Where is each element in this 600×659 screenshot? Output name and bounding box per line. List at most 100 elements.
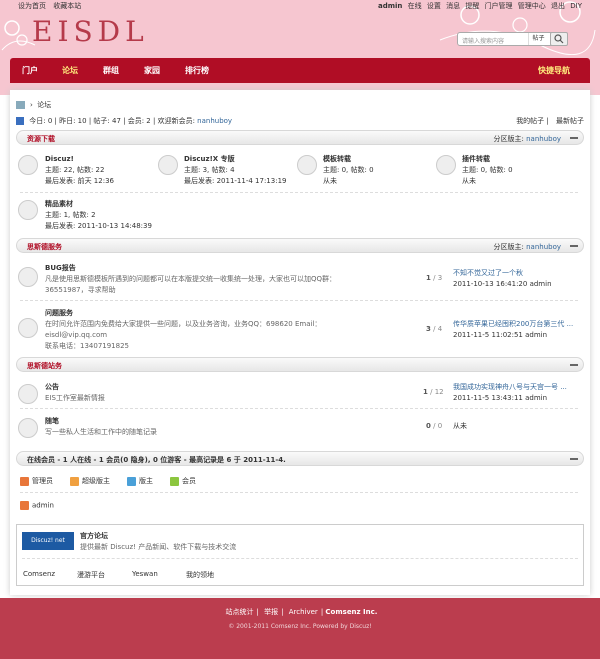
thread-count: 0	[426, 422, 431, 430]
breadcrumb-forum[interactable]: 论坛	[37, 101, 51, 109]
forum-name[interactable]: 精品素材	[45, 199, 152, 210]
home-icon[interactable]	[16, 101, 25, 109]
friend-link[interactable]: 我的领地	[186, 570, 214, 580]
top-links: 设为首页 收藏本站	[18, 1, 86, 11]
category-title[interactable]: 思斯德站务	[27, 361, 62, 371]
forum-icon[interactable]	[18, 267, 38, 287]
forum-icon[interactable]	[18, 155, 38, 175]
forum-icon[interactable]	[297, 155, 317, 175]
user-link-settings[interactable]: 设置	[427, 2, 441, 10]
legend-label: 版主	[139, 477, 153, 485]
set-homepage-link[interactable]: 设为首页	[18, 2, 46, 10]
user-link-messages[interactable]: 消息	[446, 2, 460, 10]
last-post-title[interactable]: 我国成功实现神舟八号与天宫一号 ...	[453, 382, 567, 393]
nav-forum[interactable]: 论坛	[62, 58, 78, 83]
search-input[interactable]: 请输入搜索内容	[462, 36, 504, 45]
moderator-link[interactable]: nanhuboy	[526, 135, 561, 143]
user-link-portal-admin[interactable]: 门户管理	[485, 2, 513, 10]
forum-counts: 1 / 12	[423, 388, 444, 396]
forum-last-post[interactable]: 最后发表: 前天 12:36	[45, 176, 114, 187]
forum-counts: 主题: 0, 帖数: 0	[323, 166, 374, 174]
report-link[interactable]: 举报	[264, 608, 278, 616]
forum-last-post[interactable]: 最后发表: 2011-11-4 17:13:19	[184, 176, 286, 187]
forum-name[interactable]: 公告	[45, 382, 405, 393]
forum-item: BUG报告 凡是使用思斯德模板所遇到的问题都可以在本版提交统一收集统一处理，大家…	[45, 263, 405, 296]
collapse-icon[interactable]	[570, 364, 578, 366]
forum-icon[interactable]	[18, 200, 38, 220]
last-post-info[interactable]: 2011-11-5 13:43:11 admin	[453, 393, 567, 404]
discuz-logo[interactable]: Discuz! net	[22, 532, 74, 550]
forum-icon[interactable]	[18, 318, 38, 338]
forum-icon[interactable]	[18, 418, 38, 438]
forum-item: 公告 EIS工作室最新情报	[45, 382, 405, 404]
search-type-select[interactable]: 帖子	[528, 33, 548, 45]
quick-nav[interactable]: 快捷导航	[538, 58, 570, 83]
category-title[interactable]: 资源下载	[27, 134, 55, 144]
forum-name[interactable]: 插件转载	[462, 154, 513, 165]
collapse-icon[interactable]	[570, 458, 578, 460]
user-link-online[interactable]: 在线	[408, 2, 422, 10]
friend-link-title[interactable]: 官方论坛	[80, 531, 108, 541]
friend-link[interactable]: Yeswan	[132, 570, 158, 578]
last-post-info[interactable]: 2011-11-5 11:02:51 admin	[453, 330, 573, 341]
forum-description: 写一些私人生活和工作中的随笔记录	[45, 428, 157, 436]
user-link-logout[interactable]: 退出	[551, 2, 565, 10]
post-count: 0	[437, 422, 443, 430]
stat-yesterday: 昨日: 10	[59, 117, 87, 125]
moderator-link[interactable]: nanhuboy	[526, 243, 561, 251]
comsenz-link[interactable]: Comsenz Inc.	[325, 608, 377, 616]
divider	[20, 408, 578, 409]
nav-groups[interactable]: 群组	[103, 58, 119, 83]
site-stats-link[interactable]: 站点统计	[226, 608, 254, 616]
user-link-admin-center[interactable]: 管理中心	[518, 2, 546, 10]
forum-icon[interactable]	[436, 155, 456, 175]
legend-item: 版主	[127, 476, 153, 486]
collapse-icon[interactable]	[570, 245, 578, 247]
user-link-diy[interactable]: DIY	[570, 2, 582, 10]
forum-last-post[interactable]: 最后发表: 2011-10-13 14:48:39	[45, 221, 152, 232]
last-post-title[interactable]: 传华质苹果已经囤积200万台第三代 ...	[453, 319, 573, 330]
username-link[interactable]: admin	[378, 2, 402, 10]
friend-link[interactable]: 漫游平台	[77, 570, 105, 580]
thread-count: 3	[426, 325, 431, 333]
forum-name[interactable]: 问题服务	[45, 308, 405, 319]
legend-label: 会员	[182, 477, 196, 485]
nav-portal[interactable]: 门户	[22, 58, 38, 83]
forum-name[interactable]: 随笔	[45, 416, 405, 427]
stat-today: 今日: 0	[29, 117, 53, 125]
forum-icon[interactable]	[18, 384, 38, 404]
my-posts-link[interactable]: 我的帖子	[516, 117, 544, 125]
user-link-reminders[interactable]: 提醒	[465, 2, 479, 10]
category-header: 思斯德服务 分区版主: nanhuboy	[16, 238, 584, 253]
forum-name[interactable]: 模板转载	[323, 154, 374, 165]
forum-name[interactable]: Discuz!X 专版	[184, 154, 286, 165]
forum-counts: 主题: 0, 帖数: 0	[462, 166, 513, 174]
collapse-icon[interactable]	[570, 137, 578, 139]
archiver-link[interactable]: Archiver	[289, 608, 318, 616]
latest-posts-link[interactable]: 最新帖子	[556, 117, 584, 125]
admin-icon	[20, 501, 29, 510]
divider	[20, 492, 578, 493]
welcome-label: 欢迎新会员:	[157, 117, 195, 125]
forum-last-post: 从未	[323, 177, 337, 185]
category-title[interactable]: 思斯德服务	[27, 242, 62, 252]
forum-name[interactable]: Discuz!	[45, 154, 114, 165]
forum-description: eisdl@vip.qq.com	[45, 331, 108, 339]
bookmark-link[interactable]: 收藏本站	[53, 2, 81, 10]
search-button[interactable]	[550, 32, 568, 46]
site-logo[interactable]: EISDL	[32, 15, 149, 48]
forum-name[interactable]: BUG报告	[45, 263, 405, 274]
last-post: 我国成功实现神舟八号与天宫一号 ... 2011-11-5 13:43:11 a…	[453, 382, 567, 404]
category-header: 资源下载 分区版主: nanhuboy	[16, 130, 584, 145]
online-user-link[interactable]: admin	[32, 502, 54, 510]
forum-counts: 主题: 22, 帖数: 22	[45, 166, 105, 174]
forum-icon[interactable]	[158, 155, 178, 175]
last-post-title[interactable]: 不知不觉又过了一个秋	[453, 268, 552, 279]
friend-link[interactable]: Comsenz	[23, 570, 55, 578]
forum-item: 问题服务 在时间允许范围内免费给大家提供一些问题，以及业务咨询，业务QQ：698…	[45, 308, 405, 352]
last-post-info[interactable]: 2011-10-13 16:41:20 admin	[453, 279, 552, 290]
divider	[20, 300, 578, 301]
nav-ranking[interactable]: 排行榜	[185, 58, 209, 83]
newest-member-link[interactable]: nanhuboy	[197, 117, 232, 125]
nav-home[interactable]: 家园	[144, 58, 160, 83]
